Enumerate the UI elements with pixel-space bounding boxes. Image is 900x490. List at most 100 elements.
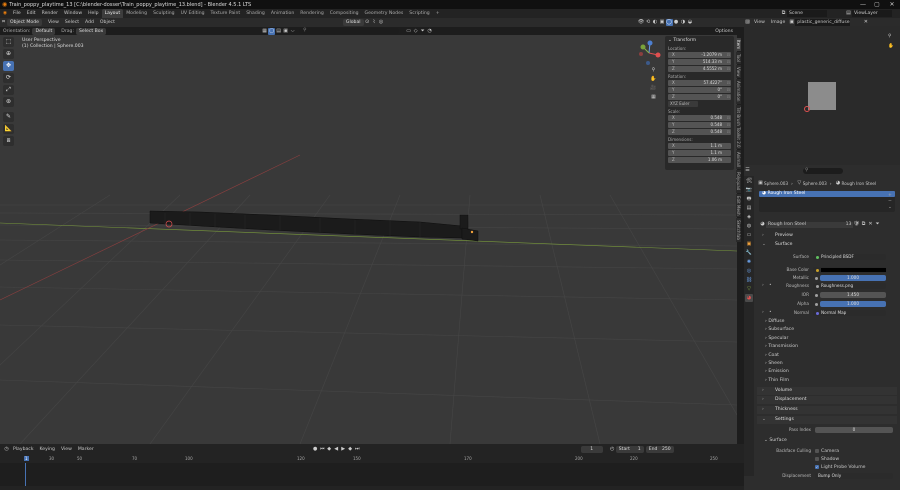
- lock-icon[interactable]: ⊡: [727, 115, 730, 121]
- shading-material-icon[interactable]: ◑: [680, 19, 687, 26]
- view-icon[interactable]: ▦: [261, 28, 268, 35]
- move-tool-icon[interactable]: ✥: [3, 61, 14, 71]
- properties-type-icon[interactable]: ☰: [744, 167, 751, 174]
- view-layer-selector[interactable]: ▤ ViewLayer: [845, 10, 892, 17]
- menu-timeline-view[interactable]: View: [58, 447, 75, 452]
- tab-view[interactable]: View: [736, 64, 741, 79]
- menu-file[interactable]: File: [10, 9, 24, 18]
- tab-layout[interactable]: Layout: [101, 9, 124, 18]
- pivot-icon[interactable]: ⊙: [364, 19, 371, 26]
- tab-scripting[interactable]: Scripting: [406, 9, 432, 18]
- menu-playback[interactable]: Playback: [10, 447, 37, 452]
- menu-render[interactable]: Render: [39, 9, 61, 18]
- image-close-icon[interactable]: ✕: [862, 19, 869, 26]
- material-name-field[interactable]: Rough Iron Steel: [766, 221, 844, 228]
- roughness-texture-field[interactable]: Roughness.png: [813, 283, 886, 289]
- tab-polyquad[interactable]: Polyquad: [736, 170, 741, 193]
- menu-edit[interactable]: Edit: [24, 9, 39, 18]
- physics-properties-icon[interactable]: ◎: [745, 267, 753, 275]
- unlink-material-icon[interactable]: ✕: [867, 221, 874, 228]
- gizmo-icon[interactable]: ⟲: [645, 19, 652, 26]
- record-icon[interactable]: ●: [312, 446, 319, 453]
- tool-properties-icon[interactable]: 🛠: [745, 177, 753, 185]
- surface-settings-subpanel[interactable]: ⌄ Surface: [764, 437, 787, 444]
- editor-type-icon[interactable]: ⌗: [0, 19, 7, 26]
- scale-y-field[interactable]: Y 0.548 ⊡: [668, 122, 731, 128]
- location-y-field[interactable]: Y 514.33 m ⊡: [668, 59, 731, 65]
- lock-icon[interactable]: ⊡: [727, 66, 730, 72]
- orientation-dropdown[interactable]: Default: [32, 27, 56, 35]
- dimensions-x-field[interactable]: X 1.1 m: [668, 143, 731, 149]
- material-slot-item[interactable]: ◕ Rough Iron Steel: [759, 191, 895, 197]
- subpanel-sheen[interactable]: › Sheen: [765, 360, 783, 367]
- thickness-panel-header[interactable]: › Thickness: [757, 406, 897, 414]
- proportional-edit-icon[interactable]: ◎: [378, 19, 385, 26]
- minimize-button[interactable]: —: [856, 0, 870, 9]
- material-browse-icon[interactable]: ◕: [759, 221, 766, 228]
- prev-key-icon[interactable]: ◆: [326, 446, 333, 453]
- timeline-ruler[interactable]: 1 30 50 70 100 120 150 170 200 220 250: [22, 456, 742, 462]
- start-frame-field[interactable]: Start 1: [615, 445, 644, 453]
- funnel-icon[interactable]: ⌵: [289, 28, 296, 35]
- render-properties-icon[interactable]: 📷: [745, 186, 753, 194]
- image-browse-icon[interactable]: ▣: [788, 19, 795, 26]
- lock-icon[interactable]: ⊡: [727, 87, 730, 93]
- material-users-count[interactable]: 13: [844, 221, 853, 228]
- add-cube-tool-icon[interactable]: ⧈: [3, 136, 14, 146]
- jump-start-icon[interactable]: ⏮: [319, 446, 326, 453]
- pan-hand-icon[interactable]: ✋: [650, 76, 657, 83]
- image-editor-canvas[interactable]: ⚲ ✋: [744, 26, 900, 165]
- fake-user-icon[interactable]: 🛡: [853, 221, 860, 228]
- shading-solid-icon[interactable]: ●: [673, 19, 680, 26]
- collection-icon[interactable]: ▭: [405, 28, 412, 35]
- base-color-field[interactable]: [813, 267, 886, 273]
- transform-tool-icon[interactable]: ⊛: [3, 97, 14, 107]
- zoom-icon[interactable]: ⚲: [650, 67, 657, 74]
- rotate-tool-icon[interactable]: ⟳: [3, 73, 14, 83]
- rotation-mode-dropdown[interactable]: XYZ Euler: [668, 101, 698, 107]
- lock-icon[interactable]: ⊡: [727, 129, 730, 135]
- metallic-slider[interactable]: 1.000: [820, 275, 886, 281]
- menu-help[interactable]: Help: [85, 9, 101, 18]
- displacement-method-dropdown[interactable]: Bump Only: [815, 473, 893, 479]
- object-data-icon[interactable]: ◇: [412, 28, 419, 35]
- data-properties-icon[interactable]: ▽: [745, 285, 753, 293]
- shadow-checkbox[interactable]: [815, 457, 819, 461]
- tab-animation[interactable]: Animation: [268, 9, 297, 18]
- pass-index-field[interactable]: 0: [815, 427, 893, 433]
- tab-sketchfab[interactable]: Sketchfab: [736, 218, 741, 243]
- camera-view-icon[interactable]: ▣: [282, 28, 289, 35]
- snap-icon[interactable]: ⌇: [371, 19, 378, 26]
- menu-marker[interactable]: Marker: [75, 447, 97, 452]
- rotation-z-field[interactable]: Z 0° ⊡: [668, 94, 731, 100]
- options-button[interactable]: Options: [715, 29, 733, 34]
- surface-panel-header[interactable]: ⌄ Surface: [757, 241, 897, 249]
- dimensions-y-field[interactable]: Y 1.1 m: [668, 150, 731, 156]
- menu-add[interactable]: Add: [82, 20, 97, 25]
- scene-selector[interactable]: ⧉ Scene: [780, 10, 827, 17]
- duplicate-material-icon[interactable]: ⧉: [860, 221, 867, 228]
- measure-tool-icon[interactable]: 📐: [3, 124, 14, 134]
- menu-object[interactable]: Object: [97, 20, 118, 25]
- close-button[interactable]: ✕: [885, 0, 899, 9]
- menu-image-view[interactable]: View: [751, 20, 768, 25]
- settings-panel-header[interactable]: ⌄ Settings: [757, 416, 897, 424]
- view-layer-name[interactable]: ViewLayer: [852, 10, 892, 17]
- timeline-editor-icon[interactable]: ◷: [3, 446, 10, 453]
- tab-modeling[interactable]: Modeling: [123, 9, 150, 18]
- image-pan-icon[interactable]: ✋: [888, 44, 894, 49]
- shading-rendered-icon[interactable]: ◒: [687, 19, 694, 26]
- output-properties-icon[interactable]: 🖶: [745, 195, 753, 203]
- dimensions-z-field[interactable]: Z 1.06 m: [668, 157, 731, 163]
- subpanel-transmission[interactable]: › Transmission: [765, 343, 798, 350]
- tab-item[interactable]: Item: [736, 38, 741, 52]
- rotation-y-field[interactable]: Y 0° ⊡: [668, 87, 731, 93]
- clock-icon[interactable]: ◴: [609, 446, 616, 453]
- alpha-slider[interactable]: 1.000: [820, 301, 886, 307]
- material-filter-icon[interactable]: ⏷: [874, 221, 881, 228]
- filter-icon[interactable]: ⏷: [419, 28, 426, 35]
- scene-name[interactable]: Scene: [787, 10, 827, 17]
- shadow-checkbox-row[interactable]: Shadow: [815, 456, 839, 462]
- maximize-button[interactable]: ▢: [870, 0, 884, 9]
- menu-image[interactable]: Image: [768, 20, 788, 25]
